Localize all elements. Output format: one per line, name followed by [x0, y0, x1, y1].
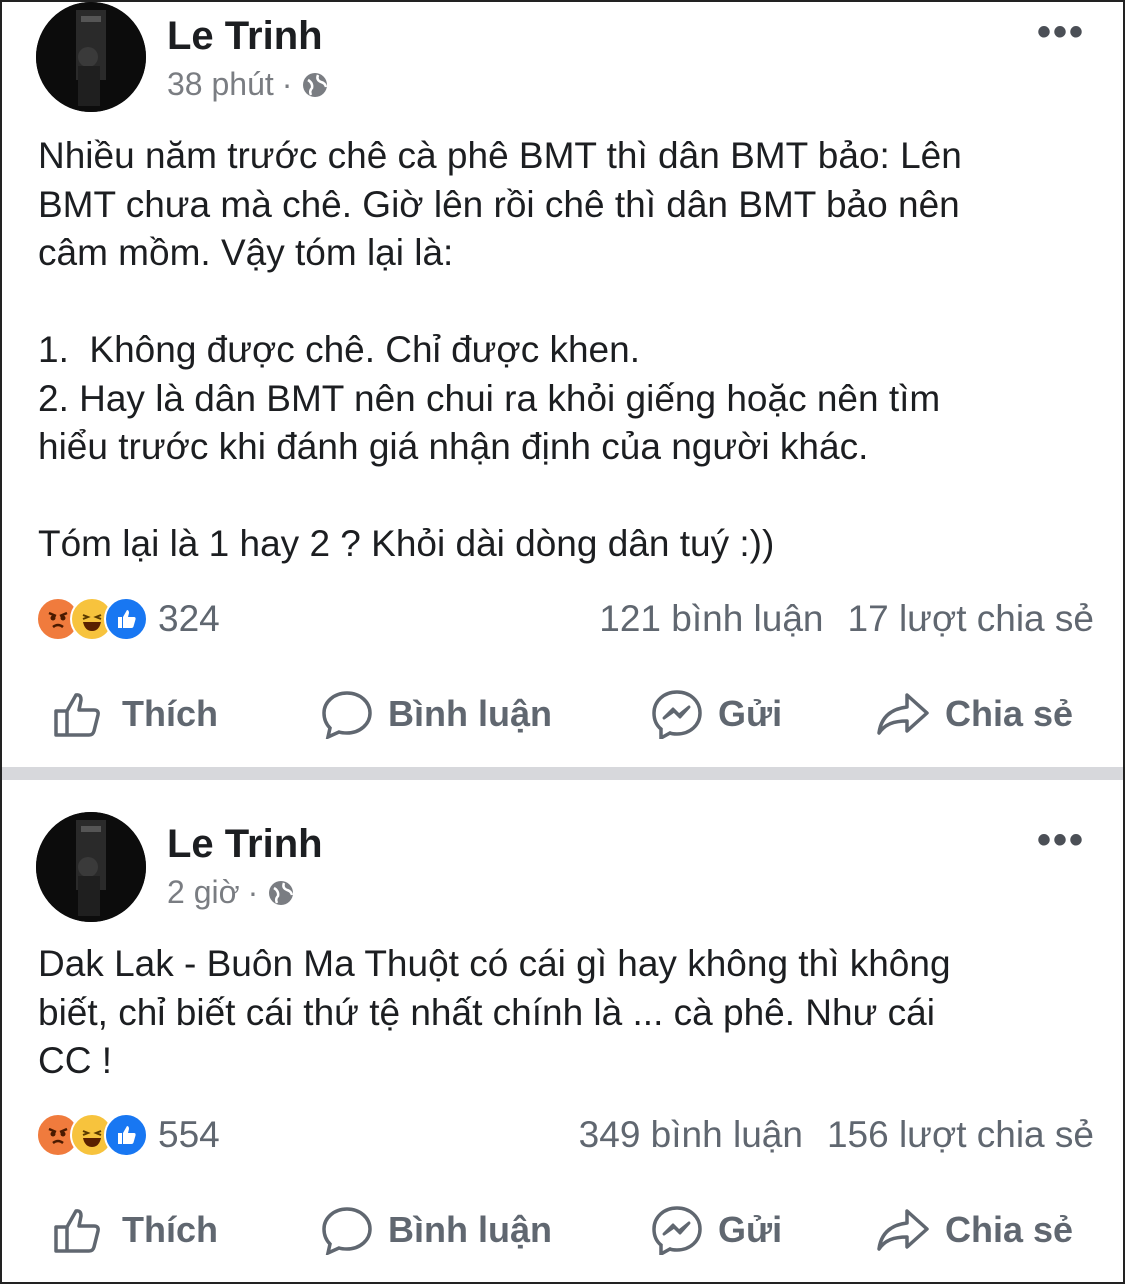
comment-bubble-icon — [320, 689, 374, 739]
avatar[interactable] — [36, 812, 146, 922]
reaction-icons[interactable] — [36, 597, 148, 641]
meta-dot: · — [281, 66, 293, 102]
like-reaction-icon — [104, 597, 148, 641]
more-options-button[interactable]: ••• — [1037, 10, 1085, 55]
action-bar: Thích Bình luận Gửi Chia sẻ — [2, 679, 1123, 749]
send-button[interactable]: Gửi — [650, 1205, 782, 1255]
post-time[interactable]: 38 phút — [167, 66, 274, 103]
globe-icon — [300, 70, 330, 100]
comment-count[interactable]: 349 bình luận — [579, 1114, 803, 1156]
comment-count[interactable]: 121 bình luận — [599, 598, 823, 640]
like-label: Thích — [122, 693, 218, 734]
comment-label: Bình luận — [388, 1209, 552, 1250]
more-options-button[interactable]: ••• — [1037, 818, 1085, 863]
reaction-icons[interactable] — [36, 1113, 148, 1157]
comment-button[interactable]: Bình luận — [320, 689, 552, 739]
post-meta: 2 giờ · — [167, 874, 296, 911]
like-button[interactable]: Thích — [52, 689, 218, 739]
feed-frame: Le Trinh 38 phút · ••• Nhiều năm trước c… — [0, 0, 1125, 1284]
share-count[interactable]: 17 lượt chia sẻ — [848, 598, 1094, 640]
thumbs-up-icon — [52, 1205, 108, 1255]
post-stats: 554 349 bình luận 156 lượt chia sẻ — [36, 1110, 1094, 1160]
meta-dot: · — [247, 874, 259, 910]
engagement-stats: 349 bình luận 156 lượt chia sẻ — [579, 1114, 1094, 1156]
globe-icon — [266, 878, 296, 908]
author-name[interactable]: Le Trinh — [167, 14, 323, 59]
share-arrow-icon — [875, 1205, 931, 1255]
author-name[interactable]: Le Trinh — [167, 822, 323, 867]
like-button[interactable]: Thích — [52, 1205, 218, 1255]
share-button[interactable]: Chia sẻ — [875, 689, 1073, 739]
share-button[interactable]: Chia sẻ — [875, 1205, 1073, 1255]
post-time[interactable]: 2 giờ — [167, 874, 240, 911]
share-count[interactable]: 156 lượt chia sẻ — [827, 1114, 1094, 1156]
post-text: Nhiều năm trước chê cà phê BMT thì dân B… — [38, 135, 962, 564]
send-button[interactable]: Gửi — [650, 689, 782, 739]
comment-bubble-icon — [320, 1205, 374, 1255]
action-bar: Thích Bình luận Gửi Chia sẻ — [2, 1195, 1123, 1265]
send-label: Gửi — [718, 693, 783, 734]
like-reaction-icon — [104, 1113, 148, 1157]
post-divider — [2, 767, 1123, 780]
thumbs-up-icon — [52, 689, 108, 739]
post-meta: 38 phút · — [167, 66, 330, 103]
like-label: Thích — [122, 1209, 218, 1250]
share-arrow-icon — [875, 689, 931, 739]
messenger-icon — [650, 689, 704, 739]
engagement-stats: 121 bình luận 17 lượt chia sẻ — [599, 598, 1094, 640]
avatar[interactable] — [36, 2, 146, 112]
share-label: Chia sẻ — [945, 693, 1074, 734]
comment-label: Bình luận — [388, 693, 552, 734]
reaction-count[interactable]: 554 — [158, 1114, 220, 1156]
post-2: Le Trinh 2 giờ · ••• Dak Lak - Buôn Ma T… — [2, 780, 1123, 1282]
share-label: Chia sẻ — [945, 1209, 1074, 1250]
send-label: Gửi — [718, 1209, 783, 1250]
post-stats: 324 121 bình luận 17 lượt chia sẻ — [36, 594, 1094, 644]
messenger-icon — [650, 1205, 704, 1255]
post-1: Le Trinh 38 phút · ••• Nhiều năm trước c… — [2, 2, 1123, 767]
reaction-count[interactable]: 324 — [158, 598, 220, 640]
comment-button[interactable]: Bình luận — [320, 1205, 552, 1255]
post-text: Dak Lak - Buôn Ma Thuột có cái gì hay kh… — [38, 943, 951, 1081]
